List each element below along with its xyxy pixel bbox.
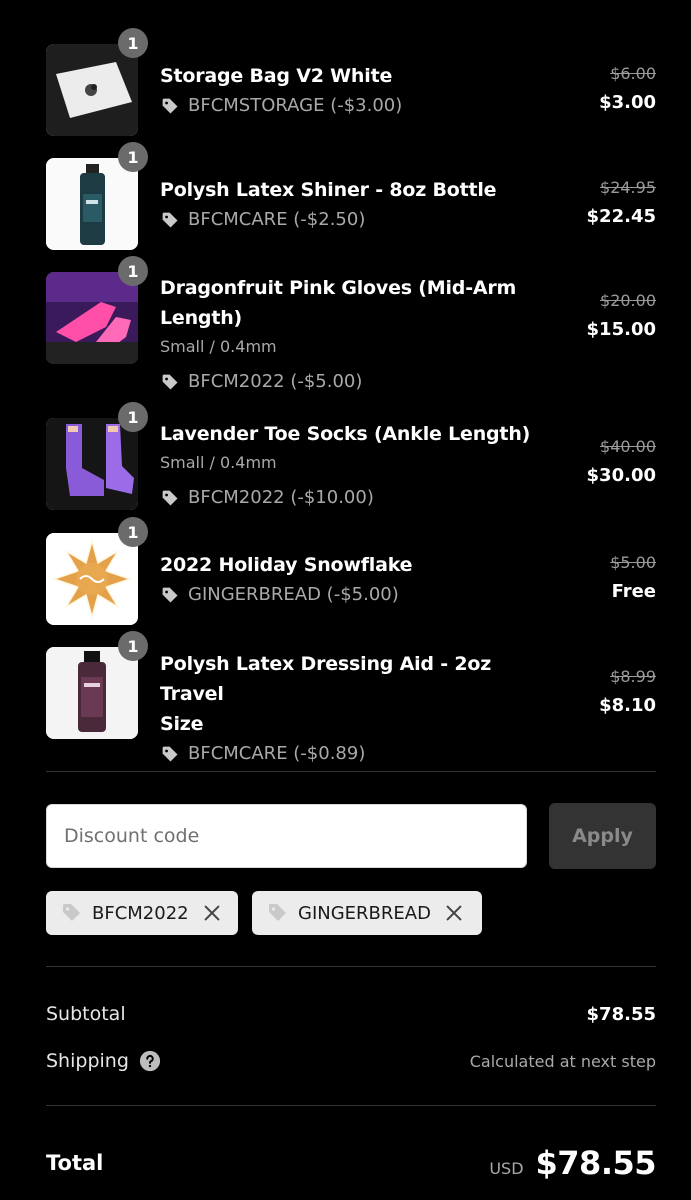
item-name: Storage Bag V2 White bbox=[160, 65, 393, 87]
storage-bag-image bbox=[46, 44, 138, 136]
total-amount-group: USD $78.55 bbox=[489, 1144, 656, 1182]
item-price: $6.00 $3.00 bbox=[599, 62, 656, 120]
apply-discount-button[interactable]: Apply bbox=[549, 803, 656, 869]
item-info: Polysh Latex Dressing Aid - 2oz Travel S… bbox=[160, 649, 540, 769]
item-name-continued: Length) bbox=[160, 307, 243, 329]
tag-icon bbox=[162, 98, 178, 113]
shiner-bottle-image bbox=[46, 158, 138, 250]
applied-code-chip: BFCM2022 bbox=[46, 891, 238, 935]
final-price: $3.00 bbox=[599, 92, 656, 113]
dressing-aid-bottle-image bbox=[46, 647, 138, 739]
divider bbox=[46, 1105, 656, 1106]
item-price: $20.00 $15.00 bbox=[587, 289, 656, 347]
tag-icon bbox=[63, 904, 80, 921]
quantity-badge: 1 bbox=[118, 142, 148, 172]
final-price: $15.00 bbox=[586, 319, 656, 340]
subtotal-row: Subtotal $78.55 bbox=[46, 998, 656, 1030]
snowflake-cookie-image bbox=[46, 533, 138, 625]
item-info: Storage Bag V2 White BFCMSTORAGE (-$3.00… bbox=[160, 61, 540, 121]
help-icon[interactable] bbox=[139, 1050, 161, 1072]
original-price: $20.00 bbox=[600, 291, 656, 310]
item-name: Polysh Latex Dressing Aid - 2oz Travel bbox=[160, 653, 492, 705]
item-name: 2022 Holiday Snowflake bbox=[160, 554, 413, 576]
applied-code-label: GINGERBREAD bbox=[298, 902, 431, 924]
item-price: $5.00 Free bbox=[610, 551, 656, 609]
tag-icon bbox=[269, 904, 286, 921]
final-price: Free bbox=[611, 581, 656, 602]
item-variant: Small / 0.4mm bbox=[160, 337, 277, 356]
product-thumbnail: 1 bbox=[46, 402, 148, 510]
quantity-badge: 1 bbox=[118, 631, 148, 661]
close-icon[interactable] bbox=[443, 902, 465, 924]
item-discount: GINGERBREAD (-$5.00) bbox=[160, 580, 540, 610]
item-name: Polysh Latex Shiner - 8oz Bottle bbox=[160, 179, 497, 201]
product-thumbnail: 1 bbox=[46, 517, 148, 625]
item-price: $24.95 $22.45 bbox=[587, 176, 656, 234]
total-label: Total bbox=[46, 1151, 104, 1175]
item-discount-text: BFCM2022 (-$5.00) bbox=[188, 371, 363, 392]
item-price: $40.00 $30.00 bbox=[587, 435, 656, 493]
tag-icon bbox=[162, 587, 178, 602]
item-name: Lavender Toe Socks (Ankle Length) bbox=[160, 423, 531, 445]
final-price: $8.10 bbox=[599, 695, 656, 716]
item-discount: BFCM2022 (-$10.00) bbox=[160, 483, 540, 513]
item-discount: BFCMCARE (-$0.89) bbox=[160, 739, 540, 769]
item-discount-text: BFCMCARE (-$2.50) bbox=[188, 209, 366, 230]
item-discount-text: BFCMCARE (-$0.89) bbox=[188, 743, 366, 764]
quantity-badge: 1 bbox=[118, 256, 148, 286]
item-info: Dragonfruit Pink Gloves (Mid-Arm Length)… bbox=[160, 273, 540, 397]
original-price: $40.00 bbox=[600, 437, 656, 456]
item-discount-text: BFCM2022 (-$10.00) bbox=[188, 487, 374, 508]
item-price: $8.99 $8.10 bbox=[599, 665, 656, 723]
original-price: $6.00 bbox=[610, 64, 656, 83]
tag-icon bbox=[162, 212, 178, 227]
divider bbox=[46, 966, 656, 967]
shipping-row: Shipping Calculated at next step bbox=[46, 1045, 656, 1077]
item-discount: BFCM2022 (-$5.00) bbox=[160, 367, 540, 397]
close-icon[interactable] bbox=[201, 902, 223, 924]
original-price: $8.99 bbox=[610, 667, 656, 686]
final-price: $30.00 bbox=[586, 465, 656, 486]
item-discount: BFCMCARE (-$2.50) bbox=[160, 205, 540, 235]
item-discount-text: BFCMSTORAGE (-$3.00) bbox=[188, 95, 403, 116]
total-row: Total USD $78.55 bbox=[46, 1140, 657, 1186]
divider bbox=[46, 771, 656, 772]
pink-gloves-image bbox=[46, 272, 138, 364]
discount-code-input[interactable] bbox=[46, 804, 527, 868]
toe-socks-image bbox=[46, 418, 138, 510]
shipping-label: Shipping bbox=[46, 1050, 129, 1072]
item-name-continued: Size bbox=[160, 713, 204, 735]
subtotal-value: $78.55 bbox=[586, 1003, 656, 1025]
tag-icon bbox=[162, 490, 178, 505]
shipping-value: Calculated at next step bbox=[469, 1051, 656, 1071]
currency-code: USD bbox=[489, 1159, 524, 1178]
quantity-badge: 1 bbox=[118, 402, 148, 432]
subtotal-label: Subtotal bbox=[46, 1003, 126, 1025]
product-thumbnail: 1 bbox=[46, 256, 148, 364]
product-thumbnail: 1 bbox=[46, 142, 148, 250]
item-discount: BFCMSTORAGE (-$3.00) bbox=[160, 91, 540, 121]
total-value: $78.55 bbox=[535, 1144, 657, 1182]
quantity-badge: 1 bbox=[118, 517, 148, 547]
item-info: Lavender Toe Socks (Ankle Length) Small … bbox=[160, 419, 540, 513]
item-info: 2022 Holiday Snowflake GINGERBREAD (-$5.… bbox=[160, 550, 540, 610]
item-variant: Small / 0.4mm bbox=[160, 453, 277, 472]
shipping-label-group: Shipping bbox=[46, 1050, 161, 1072]
final-price: $22.45 bbox=[586, 206, 656, 227]
quantity-badge: 1 bbox=[118, 28, 148, 58]
original-price: $24.95 bbox=[600, 178, 656, 197]
item-name: Dragonfruit Pink Gloves (Mid-Arm bbox=[160, 277, 517, 299]
tag-icon bbox=[162, 374, 178, 389]
item-info: Polysh Latex Shiner - 8oz Bottle BFCMCAR… bbox=[160, 175, 540, 235]
product-thumbnail: 1 bbox=[46, 631, 148, 739]
applied-code-chip: GINGERBREAD bbox=[252, 891, 482, 935]
tag-icon bbox=[162, 746, 178, 761]
applied-code-label: BFCM2022 bbox=[92, 902, 189, 924]
product-thumbnail: 1 bbox=[46, 28, 148, 136]
original-price: $5.00 bbox=[610, 553, 656, 572]
item-discount-text: GINGERBREAD (-$5.00) bbox=[188, 584, 399, 605]
